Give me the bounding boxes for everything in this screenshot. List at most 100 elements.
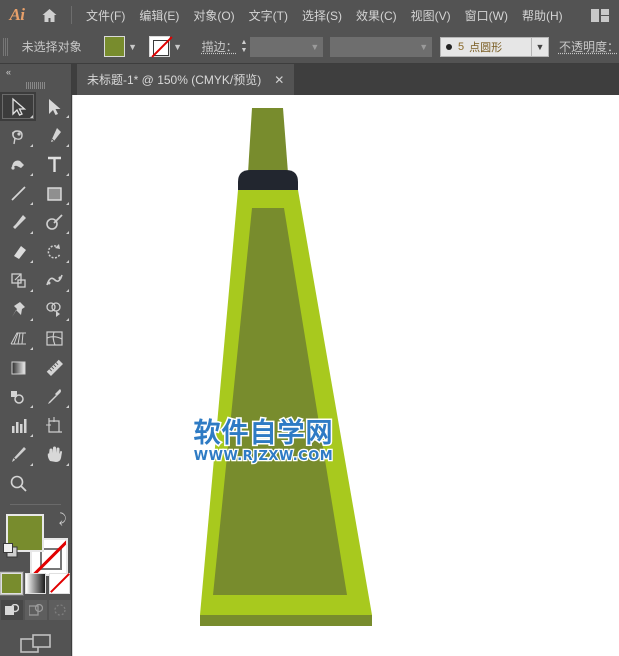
bar-chart-icon [9, 416, 28, 435]
brush-size-value: 5 [458, 41, 464, 53]
slice-tool[interactable] [0, 440, 36, 469]
direct-selection-tool[interactable] [36, 92, 72, 121]
measure-tool[interactable] [36, 353, 72, 382]
artboard-tool[interactable] [36, 411, 72, 440]
close-icon[interactable]: ✕ [274, 73, 284, 87]
tool-group-corner-icon [30, 260, 33, 263]
home-icon[interactable] [34, 8, 64, 23]
lasso-icon [9, 126, 28, 145]
default-fill-stroke-icon[interactable] [3, 543, 18, 563]
stroke-chevron-down-icon[interactable]: ▼ [170, 36, 186, 57]
selection-status-label: 未选择对象 [22, 38, 82, 55]
swap-fill-stroke-icon[interactable]: ⤸ [59, 511, 67, 527]
variable-width-chevron-down-icon[interactable]: ▼ [416, 37, 432, 57]
mesh-icon [45, 329, 64, 348]
menu-type[interactable]: 文字(T) [242, 3, 295, 28]
color-mode-button[interactable] [1, 573, 22, 594]
tools-panel: « ⤸ [0, 64, 72, 656]
tool-group-corner-icon [30, 347, 33, 350]
tool-group-corner-icon [30, 231, 33, 234]
stroke-weight-label[interactable]: 描边： [202, 38, 238, 55]
direct-arrow-icon [45, 97, 64, 116]
menu-bar: Ai 文件(F)编辑(E)对象(O)文字(T)选择(S)效果(C)视图(V)窗口… [0, 0, 619, 30]
draw-inside-button[interactable] [49, 600, 71, 620]
brush-dot-icon [446, 44, 452, 50]
stroke-weight-chevron-down-icon[interactable]: ▼ [307, 37, 323, 57]
draw-normal-button[interactable] [1, 600, 23, 620]
tool-group-corner-icon [66, 173, 69, 176]
tool-group-corner-icon [66, 144, 69, 147]
paint-mode-row [0, 573, 71, 594]
tool-group-corner-icon [30, 115, 33, 118]
fill-swatch[interactable] [104, 36, 125, 57]
brush-definition-select[interactable]: 5 点圆形 [440, 37, 532, 57]
line-segment-tool[interactable] [0, 179, 36, 208]
free-transform-tool[interactable] [0, 295, 36, 324]
tool-group-corner-icon [66, 202, 69, 205]
curvature-tool[interactable] [0, 150, 36, 179]
rectangle-icon [45, 184, 64, 203]
eraser-tool[interactable] [0, 237, 36, 266]
menu-window[interactable]: 窗口(W) [458, 3, 515, 28]
none-mode-button[interactable] [49, 573, 70, 594]
gradient-mode-button[interactable] [25, 573, 46, 594]
stroke-swatch[interactable] [149, 36, 170, 57]
pen-tool[interactable] [36, 121, 72, 150]
stroke-weight-input[interactable] [250, 37, 306, 57]
scale-icon [9, 271, 28, 290]
blend-tool[interactable] [0, 382, 36, 411]
eyedropper-tool[interactable] [36, 382, 72, 411]
workspace-switcher-icon[interactable] [591, 9, 609, 22]
tool-group-corner-icon [66, 318, 69, 321]
menu-object[interactable]: 对象(O) [186, 3, 241, 28]
shaper-tool[interactable] [36, 208, 72, 237]
type-tool[interactable] [36, 150, 72, 179]
menu-help[interactable]: 帮助(H) [515, 3, 570, 28]
menu-view[interactable]: 视图(V) [404, 3, 458, 28]
zoom-tool[interactable] [0, 469, 36, 498]
variable-width-profile-input[interactable] [330, 37, 415, 57]
stroke-weight-stepper[interactable]: ▲▼ [238, 36, 251, 57]
tool-group-corner-icon [66, 405, 69, 408]
menu-select[interactable]: 选择(S) [295, 3, 349, 28]
brush-chevron-down-icon[interactable]: ▼ [532, 37, 549, 57]
menu-file[interactable]: 文件(F) [79, 3, 132, 28]
toothpaste-tube-illustration[interactable] [72, 95, 619, 656]
collapse-panel-button[interactable]: « [0, 64, 71, 79]
scale-tool[interactable] [0, 266, 36, 295]
opacity-label[interactable]: 不透明度： [559, 38, 619, 55]
paintbrush-tool[interactable] [0, 208, 36, 237]
tool-group-corner-icon [30, 463, 33, 466]
rectangle-tool[interactable] [36, 179, 72, 208]
width-tool[interactable] [36, 266, 72, 295]
tool-group-corner-icon [30, 173, 33, 176]
rotate-tool[interactable] [36, 237, 72, 266]
gradient-tool[interactable] [0, 353, 36, 382]
mesh-tool[interactable] [36, 324, 72, 353]
column-graph-tool[interactable] [0, 411, 36, 440]
tool-group-corner-icon [30, 202, 33, 205]
tool-group-corner-icon [66, 463, 69, 466]
menu-effect[interactable]: 效果(C) [349, 3, 404, 28]
document-tab[interactable]: 未标题-1* @ 150% (CMYK/预览) ✕ [77, 64, 294, 95]
app-logo: Ai [0, 5, 34, 25]
gradient-icon [9, 358, 28, 377]
draw-behind-button[interactable] [25, 600, 47, 620]
tools-panel-grip[interactable] [0, 79, 71, 92]
brush-definition-label: 点圆形 [469, 39, 502, 55]
type-t-icon [45, 155, 64, 174]
lasso-tool[interactable] [0, 121, 36, 150]
menu-edit[interactable]: 编辑(E) [132, 3, 186, 28]
document-canvas[interactable]: 软件自学网 WWW.RJZXW.COM [72, 95, 619, 656]
artboard-icon [45, 416, 64, 435]
shape-builder-tool[interactable] [36, 295, 72, 324]
control-bar-grip[interactable] [3, 36, 14, 58]
selection-tool[interactable] [0, 92, 36, 121]
tool-group-corner-icon [30, 434, 33, 437]
shape-builder-icon [45, 300, 64, 319]
hand-tool[interactable] [36, 440, 72, 469]
fill-chevron-down-icon[interactable]: ▼ [125, 36, 141, 57]
document-tab-title: 未标题-1* @ 150% (CMYK/预览) [87, 71, 261, 88]
perspective-grid-tool[interactable] [0, 324, 36, 353]
change-screen-mode-button[interactable] [0, 632, 71, 656]
